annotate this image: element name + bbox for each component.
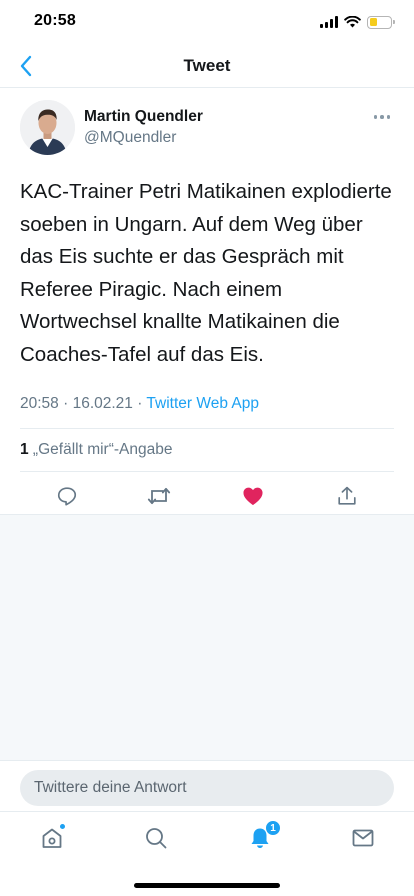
tweet-meta: 20:58 · 16.02.21 · Twitter Web App bbox=[20, 395, 259, 413]
divider bbox=[20, 471, 394, 472]
retweet-button[interactable] bbox=[146, 483, 172, 509]
author-handle[interactable]: @MQuendler bbox=[84, 129, 176, 147]
like-heart-icon bbox=[243, 487, 263, 506]
search-icon bbox=[146, 828, 167, 849]
page-title: Tweet bbox=[183, 56, 231, 75]
tab-bar: 1 bbox=[0, 812, 414, 896]
more-options-icon[interactable] bbox=[370, 110, 394, 124]
nav-bar: Tweet bbox=[0, 44, 414, 88]
like-count: 1 bbox=[20, 441, 29, 458]
battery-icon bbox=[367, 15, 395, 29]
tweet-detail-screen: 20:58 Tweet Martin Quendler @MQuendler K… bbox=[0, 0, 414, 896]
author-name[interactable]: Martin Quendler bbox=[84, 108, 203, 126]
divider bbox=[20, 428, 394, 429]
reply-bar bbox=[0, 760, 414, 812]
home-indicator bbox=[134, 883, 280, 888]
tweet-client-link[interactable]: Twitter Web App bbox=[146, 395, 259, 412]
status-time: 20:58 bbox=[34, 12, 76, 29]
tab-search[interactable] bbox=[142, 824, 170, 852]
home-new-indicator bbox=[59, 823, 66, 830]
share-button[interactable] bbox=[334, 483, 360, 509]
tweet-text: KAC-Trainer Petri Matikainen explodierte… bbox=[20, 180, 392, 366]
tab-messages[interactable] bbox=[349, 824, 377, 852]
tweet-time: 20:58 bbox=[20, 395, 59, 412]
tab-home[interactable] bbox=[38, 823, 66, 852]
mail-icon bbox=[352, 829, 374, 847]
wifi-icon bbox=[344, 16, 361, 28]
reply-button[interactable] bbox=[54, 483, 80, 509]
cellular-signal-icon bbox=[320, 16, 338, 28]
reply-icon bbox=[57, 487, 77, 506]
reply-input[interactable] bbox=[20, 770, 394, 806]
like-button[interactable] bbox=[240, 483, 266, 509]
share-icon bbox=[338, 486, 356, 505]
likes-summary[interactable]: 1 „Gefällt mir“-Angabe bbox=[20, 441, 172, 459]
meta-separator: · bbox=[132, 395, 147, 412]
like-label: „Gefällt mir“-Angabe bbox=[28, 441, 173, 458]
notifications-badge: 1 bbox=[265, 820, 281, 836]
tab-notifications[interactable]: 1 bbox=[246, 820, 281, 852]
status-icons bbox=[320, 14, 395, 30]
status-bar: 20:58 bbox=[0, 0, 414, 44]
replies-area bbox=[0, 515, 414, 760]
tweet: Martin Quendler @MQuendler KAC-Trainer P… bbox=[0, 88, 414, 515]
author-avatar[interactable] bbox=[20, 100, 75, 155]
tweet-actions bbox=[0, 481, 414, 511]
tweet-date: 16.02.21 bbox=[72, 395, 133, 412]
meta-separator: · bbox=[58, 395, 73, 412]
retweet-icon bbox=[147, 487, 171, 505]
avatar-photo bbox=[20, 100, 75, 155]
